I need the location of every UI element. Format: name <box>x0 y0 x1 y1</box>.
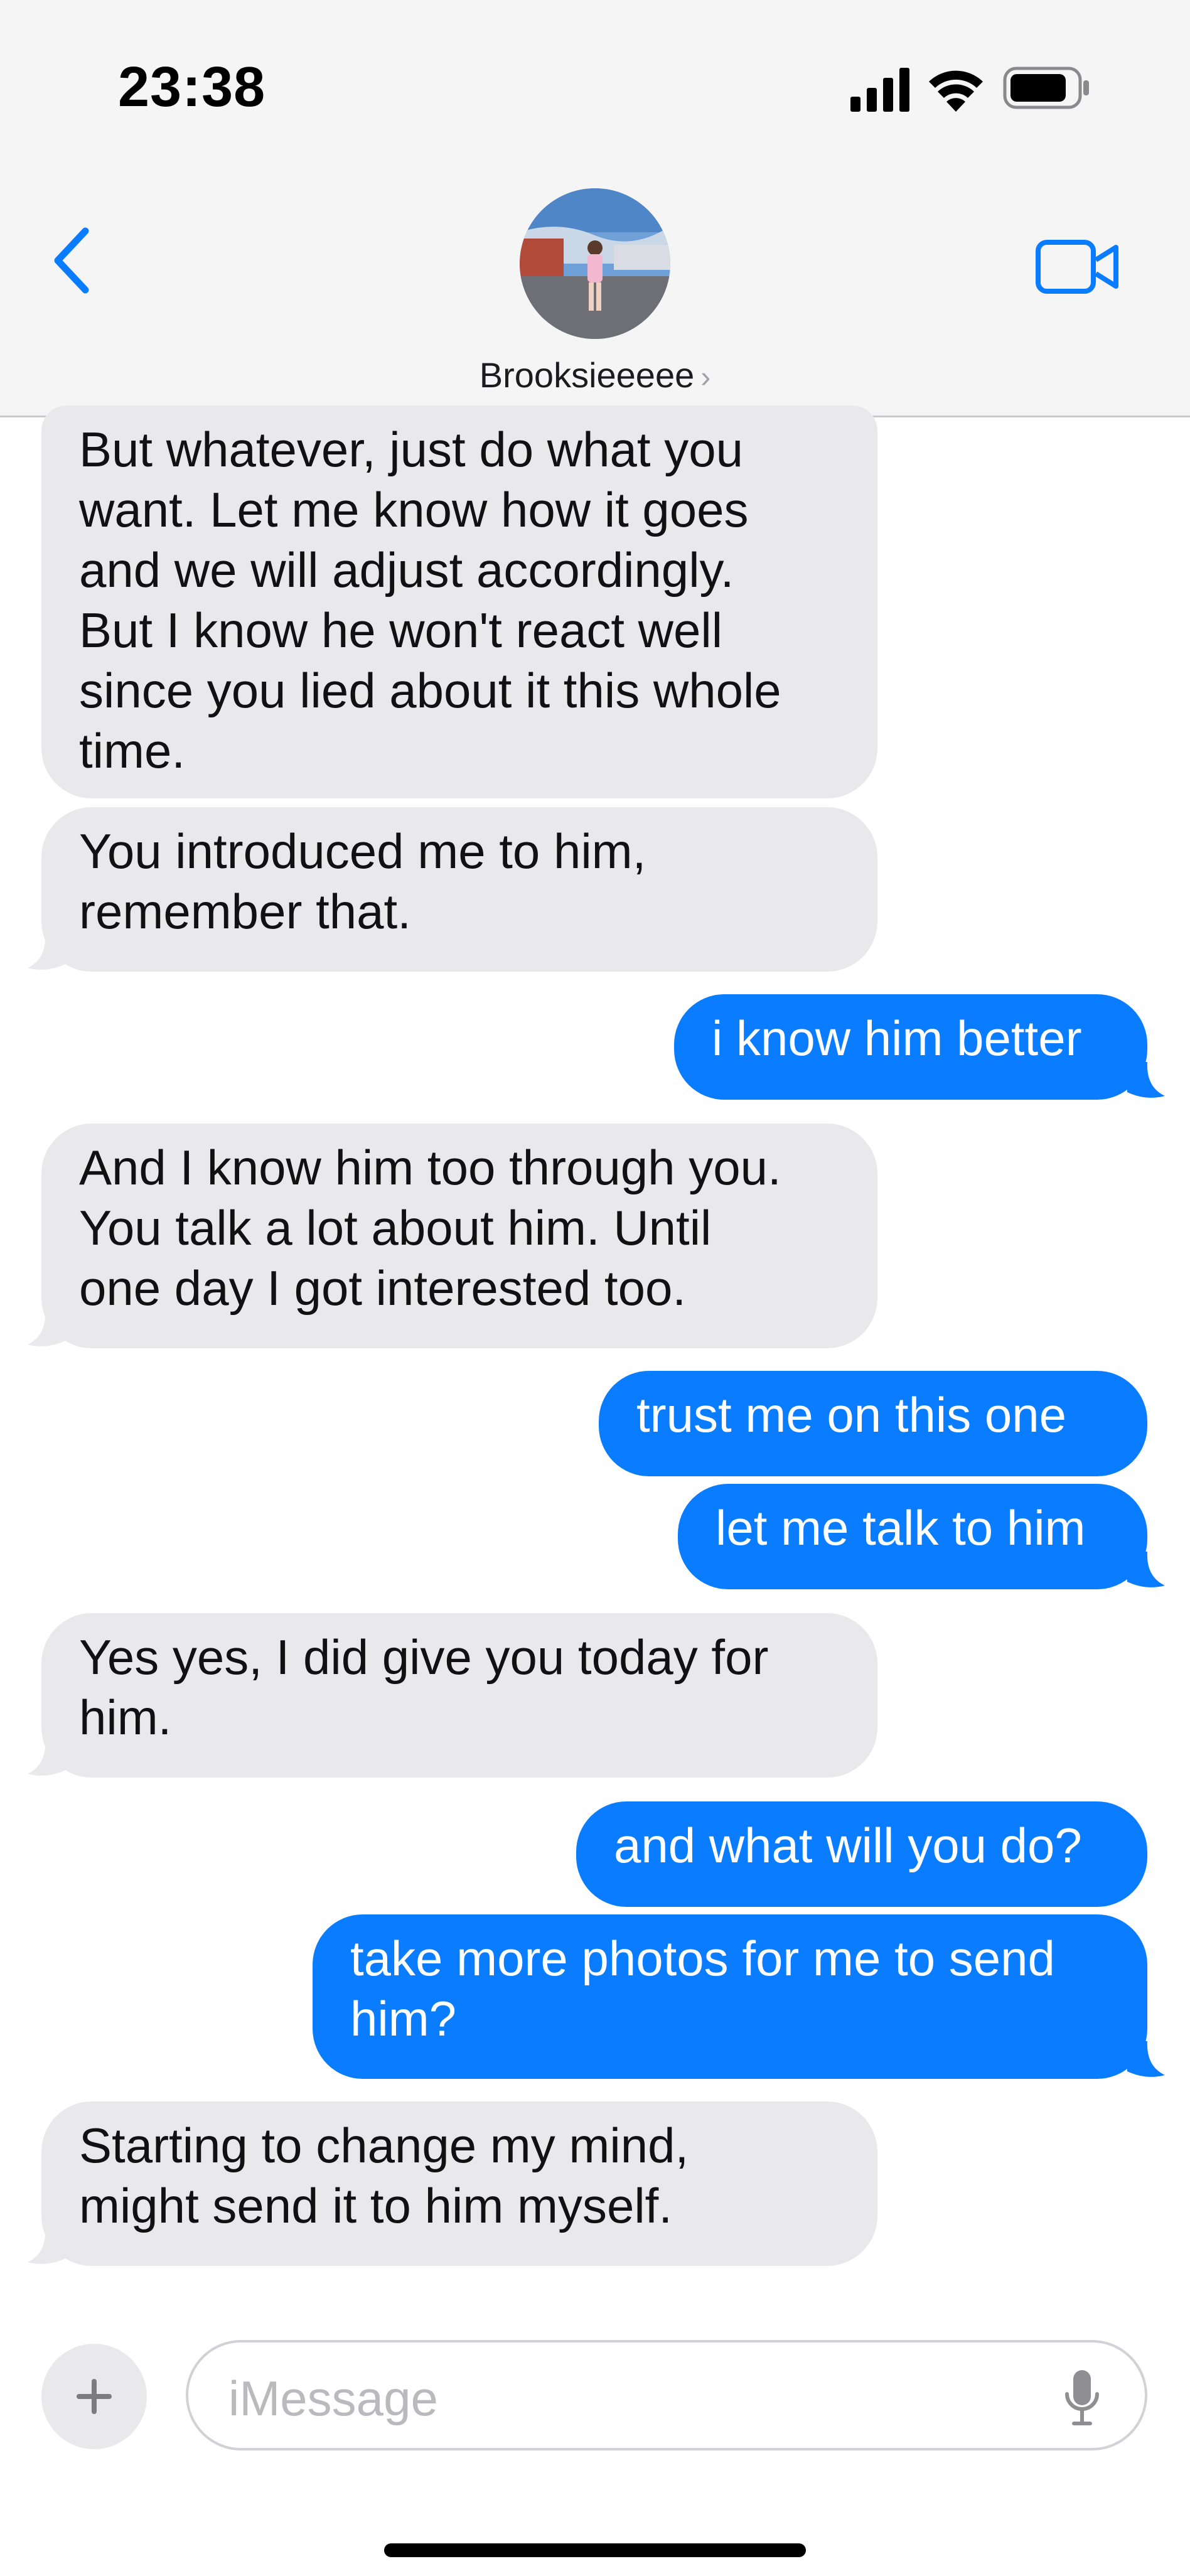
bubble-tail <box>28 934 65 970</box>
plus-icon <box>77 2379 112 2414</box>
bubble-tail <box>1127 1062 1165 1098</box>
message-bubble-incoming[interactable]: Starting to change my mind, might send i… <box>41 2101 877 2266</box>
status-time: 23:38 <box>118 56 266 119</box>
back-chevron-icon[interactable] <box>49 226 93 295</box>
bubble-tail <box>28 1740 65 1776</box>
message-bubble-incoming[interactable]: You introduced me to him, remember that. <box>41 807 877 972</box>
imessage-input[interactable]: iMessage <box>186 2340 1147 2450</box>
message-composer: iMessage <box>0 2316 1190 2576</box>
bubble-tail <box>28 2228 65 2264</box>
bubble-tail <box>1127 1552 1165 1587</box>
video-call-icon[interactable] <box>1036 239 1120 295</box>
message-bubble-outgoing[interactable]: take more photos for me to send him? <box>313 1914 1147 2079</box>
messages-screen: 23:38 Brooksieeeee › But whatever, just … <box>0 0 1190 2576</box>
home-indicator[interactable] <box>384 2543 806 2557</box>
apps-plus-button[interactable] <box>41 2344 147 2449</box>
message-bubble-outgoing[interactable]: i know him better <box>674 994 1147 1100</box>
battery-icon <box>1003 67 1089 109</box>
input-placeholder: iMessage <box>228 2371 438 2426</box>
message-bubble-outgoing[interactable]: trust me on this one <box>599 1371 1147 1476</box>
conversation-header: Brooksieeeee › <box>0 163 1190 417</box>
bubble-tail <box>1127 2041 1165 2077</box>
microphone-icon[interactable] <box>1063 2368 1101 2428</box>
chevron-right-icon: › <box>700 361 711 394</box>
message-bubble-outgoing[interactable]: let me talk to him <box>678 1484 1147 1589</box>
message-bubble-outgoing[interactable]: and what will you do? <box>576 1801 1147 1907</box>
contact-name: Brooksieeeee <box>479 355 695 395</box>
cellular-signal-icon <box>850 68 909 112</box>
message-bubble-incoming[interactable]: And I know him too through you. You talk… <box>41 1124 877 1348</box>
status-bar: 23:38 <box>0 0 1190 163</box>
contact-name-button[interactable]: Brooksieeeee › <box>0 355 1190 395</box>
bubble-tail <box>28 1311 65 1346</box>
message-bubble-incoming[interactable]: Yes yes, I did give you today for him. <box>41 1613 877 1778</box>
avatar-photo <box>520 188 670 339</box>
contact-avatar[interactable] <box>520 188 670 339</box>
message-bubble-incoming[interactable]: But whatever, just do what you want. Let… <box>41 405 877 798</box>
wifi-icon <box>929 70 983 112</box>
